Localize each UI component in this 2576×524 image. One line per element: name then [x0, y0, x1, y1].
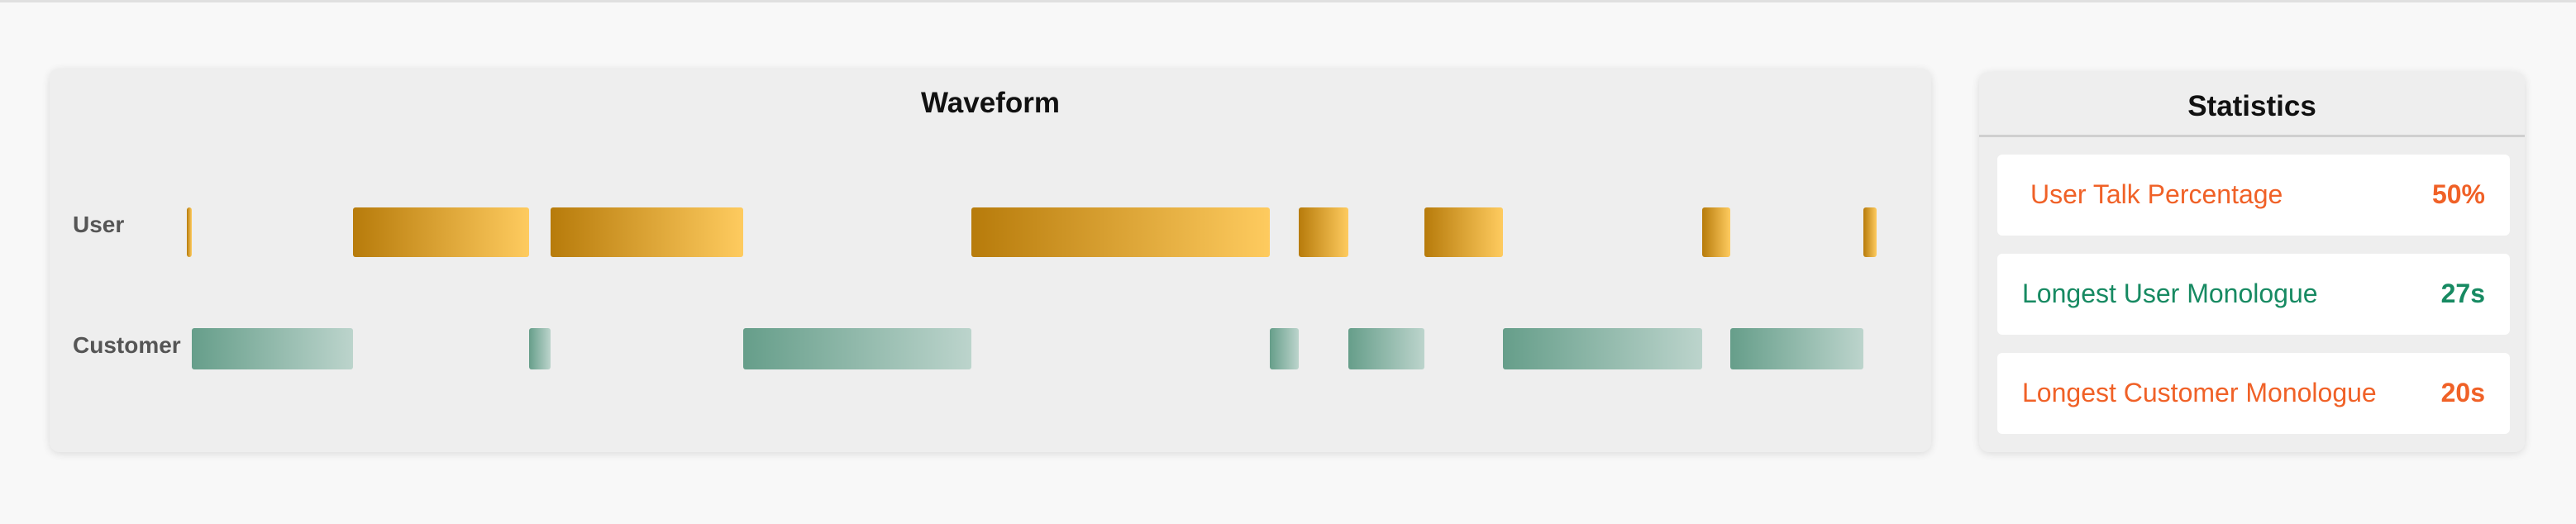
top-divider: [0, 0, 2576, 2]
statistics-title: Statistics: [2187, 90, 2316, 122]
user-segment: [1701, 207, 1731, 257]
stat-value: 20s: [2440, 378, 2485, 407]
customer-segment: [1730, 328, 1863, 369]
customer-segment: [1502, 328, 1702, 369]
user-segment: [1863, 207, 1877, 257]
customer-segment: [192, 328, 353, 369]
customer-segment: [743, 328, 971, 369]
statistics-panel: Statistics User Talk Percentage 50% Long…: [1979, 72, 2525, 452]
customer-segment: [529, 328, 551, 369]
stat-longest-user-monologue: Longest User Monologue 27s: [1997, 254, 2510, 335]
stat-label: Longest Customer Monologue: [2022, 378, 2377, 407]
stat-user-talk-percentage: User Talk Percentage 50%: [1997, 155, 2510, 236]
user-segment: [551, 207, 744, 257]
stat-label: Longest User Monologue: [2022, 279, 2318, 308]
user-segment: [971, 207, 1271, 257]
user-segment: [187, 207, 193, 257]
waveform-panel: Waveform User Customer: [50, 69, 1931, 452]
statistics-title-divider: [1979, 135, 2525, 137]
stat-longest-customer-monologue: Longest Customer Monologue 20s: [1997, 353, 2510, 434]
waveform-tracks: [50, 69, 1931, 452]
stat-label: User Talk Percentage: [2030, 179, 2283, 209]
user-segment: [352, 207, 529, 257]
customer-segment: [1348, 328, 1425, 369]
stat-value: 27s: [2440, 279, 2485, 308]
user-segment: [1298, 207, 1348, 257]
stat-value: 50%: [2431, 179, 2485, 209]
customer-segment: [1270, 328, 1299, 369]
user-segment: [1424, 207, 1503, 257]
